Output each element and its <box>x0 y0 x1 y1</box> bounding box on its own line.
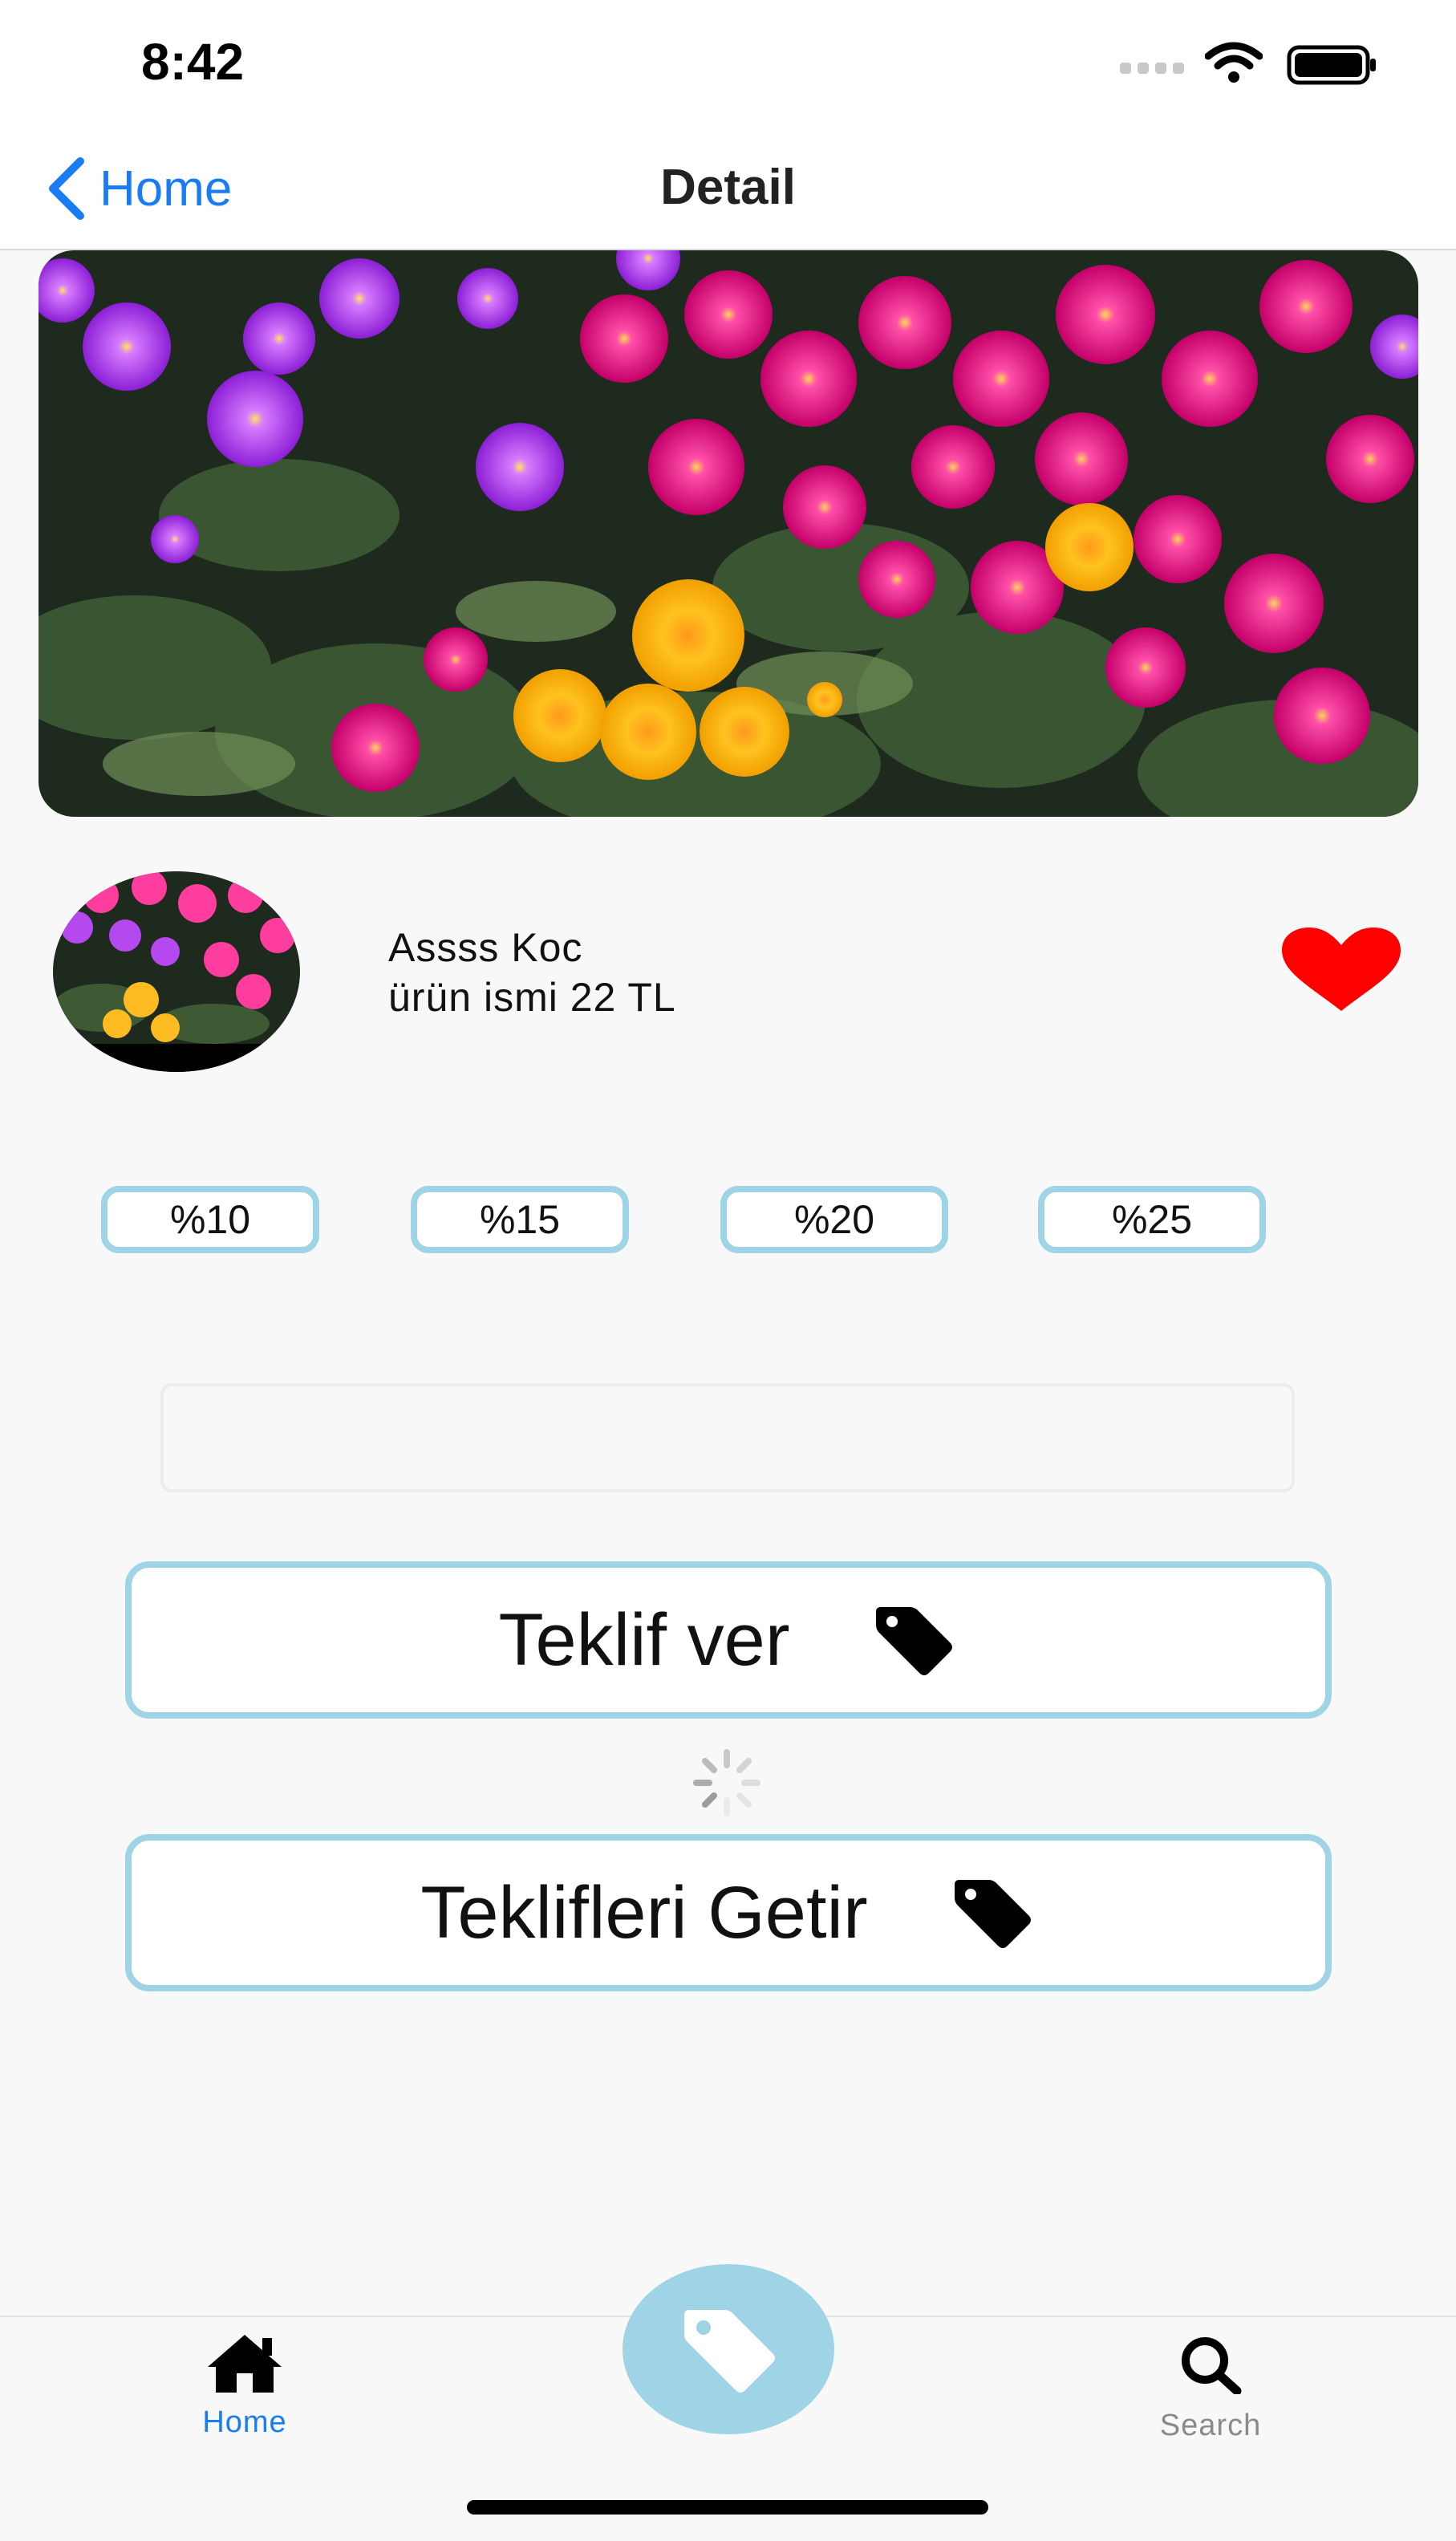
battery-icon <box>1287 45 1376 85</box>
status-time: 8:42 <box>141 33 245 91</box>
wifi-icon <box>1205 42 1263 83</box>
tab-home-label: Home <box>202 2405 287 2439</box>
make-offer-label: Teklif ver <box>498 1598 790 1681</box>
tag-icon <box>954 1880 1031 1948</box>
fetch-offers-button[interactable]: Teklifleri Getir <box>125 1834 1332 1991</box>
product-name-price: ürün ismi 22 TL <box>388 975 676 1020</box>
fetch-offers-label: Teklifleri Getir <box>420 1871 868 1954</box>
home-indicator <box>467 2500 988 2515</box>
cellular-signal-icon <box>1120 63 1184 74</box>
tab-search[interactable]: Search <box>1134 2335 1287 2443</box>
seller-name: Assss Koc <box>388 925 583 970</box>
house-icon <box>208 2335 282 2393</box>
offers-fab-button[interactable] <box>623 2264 834 2434</box>
discount-15-button[interactable]: %15 <box>411 1186 629 1253</box>
tab-home[interactable]: Home <box>168 2332 321 2440</box>
tab-search-label: Search <box>1159 2409 1262 2442</box>
discount-10-button[interactable]: %10 <box>101 1186 319 1253</box>
loading-spinner-icon <box>693 1749 760 1816</box>
tag-icon <box>684 2310 775 2393</box>
product-image[interactable] <box>39 250 1418 817</box>
discount-25-button[interactable]: %25 <box>1038 1186 1266 1253</box>
make-offer-button[interactable]: Teklif ver <box>125 1561 1332 1719</box>
tag-icon <box>876 1607 953 1675</box>
offer-amount-input[interactable] <box>160 1383 1295 1492</box>
magnifier-icon <box>1182 2337 1242 2394</box>
heart-icon[interactable] <box>1279 928 1404 1014</box>
page-title: Detail <box>660 160 796 215</box>
discount-20-button[interactable]: %20 <box>720 1186 948 1253</box>
avatar[interactable] <box>53 871 300 1072</box>
